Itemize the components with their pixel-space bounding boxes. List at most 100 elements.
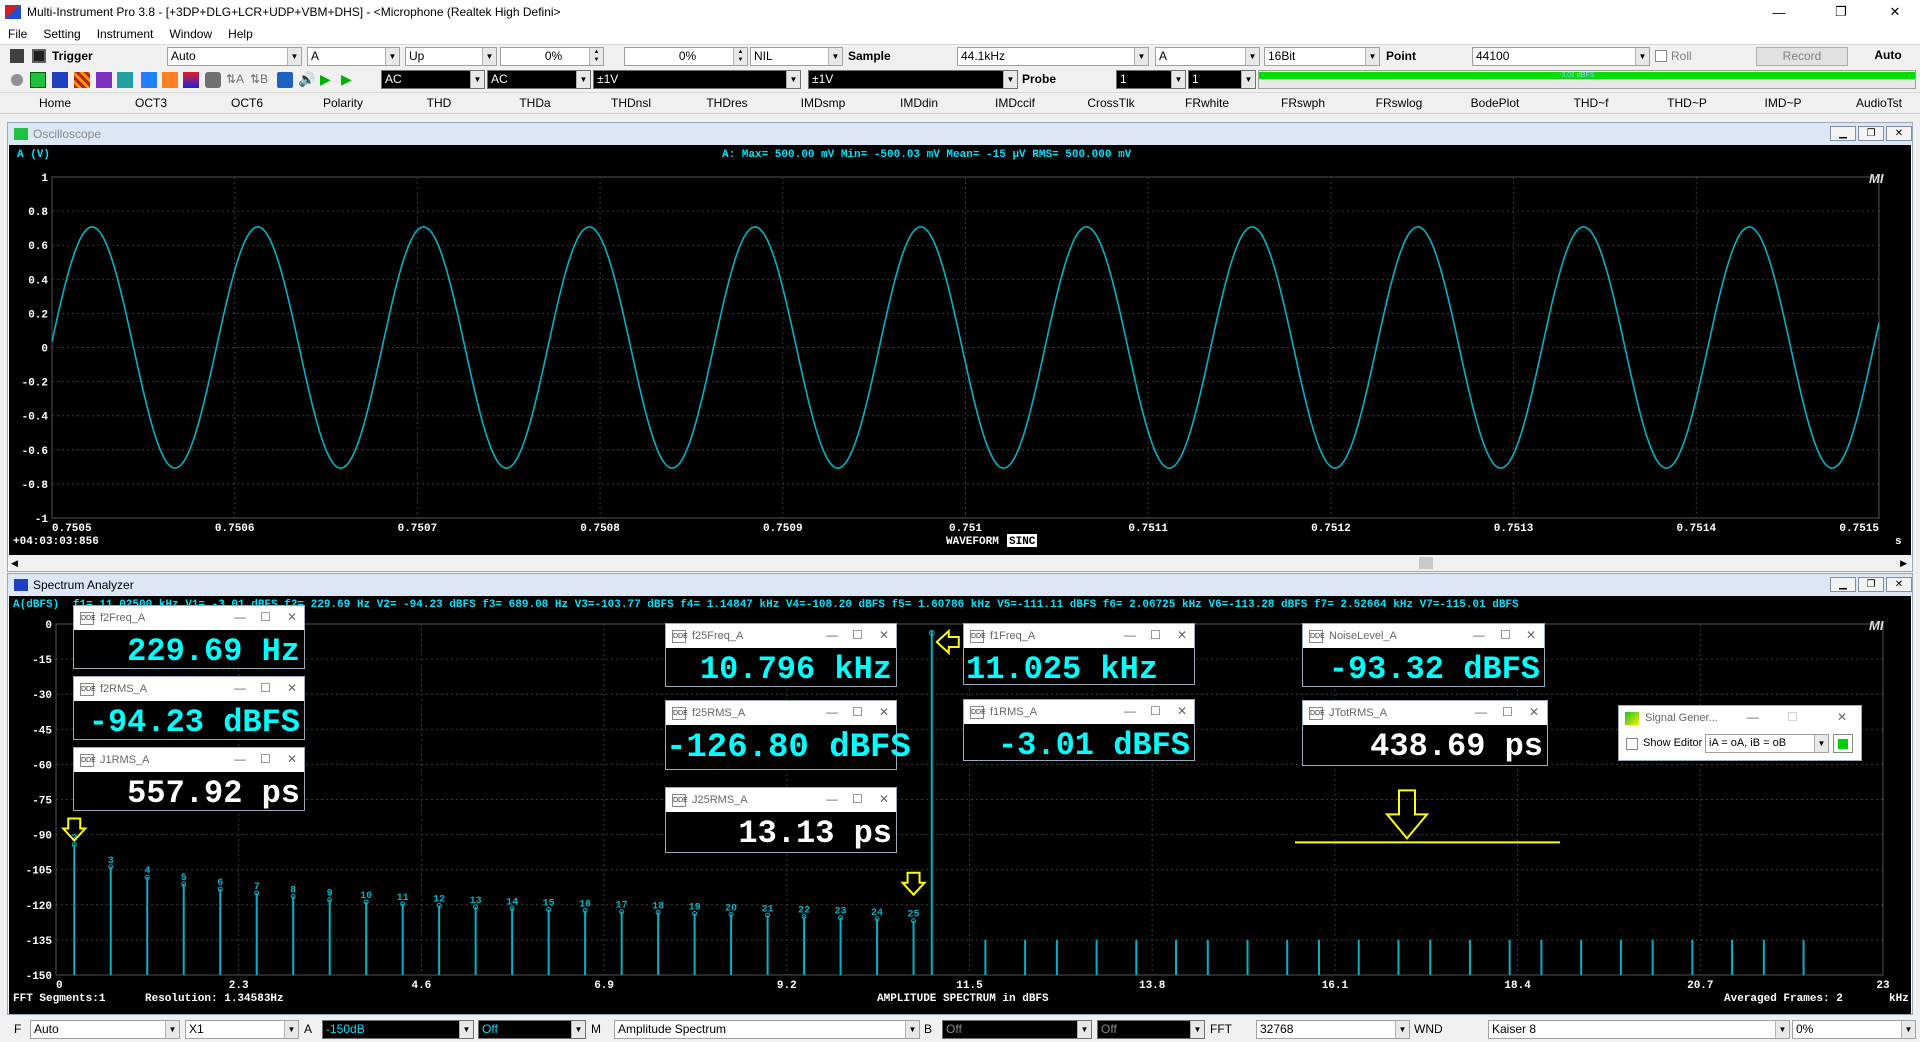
- b-off2-select[interactable]: Off ▼: [1097, 1020, 1205, 1039]
- meter-j1rms[interactable]: DDE J1RMS_A — ☐ ✕ 557.92 ps: [73, 747, 305, 812]
- minimize-icon[interactable]: —: [234, 752, 246, 766]
- x-scale-select[interactable]: X1 ▼: [185, 1020, 299, 1039]
- tab-crosstlk[interactable]: CrossTlk: [1087, 96, 1134, 110]
- signal-generator-window[interactable]: Signal Gener... — ☐ ✕ Show Editor iA = o…: [1618, 705, 1862, 761]
- maximize-icon[interactable]: ☐: [852, 705, 863, 719]
- close-icon[interactable]: ✕: [287, 752, 297, 766]
- spec-close-button[interactable]: ✕: [1886, 577, 1912, 592]
- spectrum-icon[interactable]: [52, 72, 68, 88]
- dds-generator-icon[interactable]: [141, 72, 157, 88]
- channel-a-icon[interactable]: ⇅A: [226, 70, 244, 89]
- range-b-select[interactable]: ±1V ▼: [808, 70, 1018, 89]
- meter-f2rms[interactable]: DDE f2RMS_A — ☐ ✕ -94.23 dBFS: [73, 676, 305, 741]
- meter-f1rms[interactable]: DDE f1RMS_A — ☐ ✕ -3.01 dBFS: [963, 699, 1195, 764]
- window-function-select[interactable]: Kaiser 8 ▼: [1488, 1020, 1790, 1039]
- oscilloscope-icon[interactable]: [30, 72, 46, 88]
- close-icon[interactable]: ✕: [287, 610, 297, 624]
- minimize-icon[interactable]: —: [1747, 710, 1759, 724]
- meter-jtot[interactable]: DDE JTotRMS_A — ☐ ✕ 438.69 ps: [1302, 700, 1548, 766]
- osc-close-button[interactable]: ✕: [1886, 126, 1912, 141]
- meter-icon[interactable]: [162, 72, 178, 88]
- roll-checkbox[interactable]: [1655, 50, 1667, 62]
- oscilloscope-display[interactable]: 0.7505 0.7506 0.7507 0.7508 0.7509 0.751 0.751…: [9, 145, 1911, 555]
- spin-icon[interactable]: ▲ ▼: [589, 48, 603, 65]
- close-icon[interactable]: ✕: [1526, 628, 1536, 642]
- tab-imdsmp[interactable]: IMDsmp: [801, 96, 846, 110]
- tab-frswph[interactable]: FRswph: [1281, 96, 1325, 110]
- scroll-right-icon[interactable]: ▶: [1900, 558, 1907, 569]
- close-icon[interactable]: ✕: [879, 628, 889, 642]
- scroll-left-icon[interactable]: ◀: [11, 558, 18, 569]
- maximize-icon[interactable]: ☐: [260, 610, 271, 624]
- tab-polarity[interactable]: Polarity: [323, 96, 363, 110]
- phase-plot-icon[interactable]: [96, 72, 112, 88]
- menu-help[interactable]: Help: [220, 27, 261, 41]
- trigger-edge-select[interactable]: Up ▼: [405, 47, 497, 66]
- a-range-select[interactable]: -150dB ▼: [322, 1020, 474, 1039]
- oscilloscope-scrollbar[interactable]: ◀ ▶: [9, 555, 1911, 571]
- maximize-button[interactable]: ❐: [1818, 0, 1864, 24]
- sample-rate-select[interactable]: 44.1kHz ▼: [957, 47, 1149, 66]
- trigger-nil-select[interactable]: NIL ▼: [750, 47, 843, 66]
- maximize-icon[interactable]: ☐: [260, 752, 271, 766]
- bits-select[interactable]: 16Bit ▼: [1264, 47, 1380, 66]
- coherence-icon[interactable]: [117, 72, 133, 88]
- minimize-icon[interactable]: —: [826, 705, 838, 719]
- close-icon[interactable]: ✕: [1177, 628, 1187, 642]
- spectrogram-icon[interactable]: [74, 72, 90, 88]
- close-icon[interactable]: ✕: [1837, 710, 1847, 724]
- maximize-icon[interactable]: ☐: [1150, 628, 1161, 642]
- range-a-select[interactable]: ±1V ▼: [593, 70, 801, 89]
- menu-window[interactable]: Window: [161, 27, 220, 41]
- tools-icon[interactable]: [277, 72, 293, 88]
- scroll-thumb[interactable]: [1419, 557, 1433, 569]
- tab-thd-f[interactable]: THD~f: [1573, 96, 1608, 110]
- m-mode-select[interactable]: Amplitude Spectrum ▼: [614, 1020, 920, 1039]
- maximize-icon[interactable]: ☐: [1500, 628, 1511, 642]
- minimize-button[interactable]: —: [1756, 0, 1802, 24]
- minimize-icon[interactable]: —: [1473, 628, 1485, 642]
- tab-thda[interactable]: THDa: [519, 96, 550, 110]
- points-select[interactable]: 44100 ▼: [1472, 47, 1650, 66]
- overlap-select[interactable]: 0% ▼: [1792, 1020, 1916, 1039]
- probe-b-select[interactable]: 1 ▼: [1188, 70, 1256, 89]
- meter-f25freq[interactable]: DDE f25Freq_A — ☐ ✕ 10.796 kHz: [665, 623, 897, 688]
- trigger-mode-select[interactable]: Auto ▼: [167, 47, 302, 66]
- play-once-icon[interactable]: ▶: [341, 70, 352, 89]
- minimize-icon[interactable]: —: [1475, 705, 1487, 719]
- minimize-icon[interactable]: —: [826, 792, 838, 806]
- tab-home[interactable]: Home: [39, 96, 71, 110]
- tab-thdres[interactable]: THDres: [706, 96, 747, 110]
- close-icon[interactable]: ✕: [287, 681, 297, 695]
- spin-icon[interactable]: ▲ ▼: [733, 48, 747, 65]
- meter-j25rms[interactable]: DDE J25RMS_A — ☐ ✕ 13.13 ps: [665, 787, 897, 853]
- close-icon[interactable]: ✕: [879, 792, 889, 806]
- minimize-icon[interactable]: —: [1124, 704, 1136, 718]
- tab-bodeplot[interactable]: BodePlot: [1471, 96, 1520, 110]
- tab-oct3[interactable]: OCT3: [135, 96, 167, 110]
- auto-button[interactable]: Auto: [1860, 47, 1916, 66]
- probe-icon[interactable]: [205, 72, 221, 88]
- trigger-delay-stepper[interactable]: 0% ▲ ▼: [624, 47, 748, 66]
- meter-noise[interactable]: DDE NoiseLevel_A — ☐ ✕ -93.32 dBFS: [1302, 623, 1545, 688]
- meter-f25rms[interactable]: DDE f25RMS_A — ☐ ✕ -126.80 dBFS: [665, 700, 911, 770]
- a-off-select[interactable]: Off ▼: [478, 1020, 586, 1039]
- f-mode-select[interactable]: Auto ▼: [30, 1020, 180, 1039]
- speaker-icon[interactable]: 🔊: [298, 70, 315, 89]
- maximize-icon[interactable]: ☐: [852, 628, 863, 642]
- tab-audiotst[interactable]: AudioTst: [1856, 96, 1902, 110]
- menu-instrument[interactable]: Instrument: [89, 27, 162, 41]
- tab-imdccif[interactable]: IMDccif: [995, 96, 1035, 110]
- close-icon[interactable]: ✕: [879, 705, 889, 719]
- maximize-icon[interactable]: ☐: [1502, 705, 1513, 719]
- data-logger-icon[interactable]: [183, 72, 199, 88]
- tab-frswlog[interactable]: FRswlog: [1376, 96, 1423, 110]
- play-icon[interactable]: ▶: [320, 70, 331, 89]
- tab-oct6[interactable]: OCT6: [231, 96, 263, 110]
- spec-minimize-button[interactable]: ▁: [1830, 577, 1856, 592]
- channel-b-icon[interactable]: ⇅B: [250, 70, 268, 89]
- trigger-channel-select[interactable]: A ▼: [307, 47, 400, 66]
- osc-restore-button[interactable]: ❐: [1858, 126, 1884, 141]
- minimize-icon[interactable]: —: [234, 681, 246, 695]
- close-icon[interactable]: ✕: [1177, 704, 1187, 718]
